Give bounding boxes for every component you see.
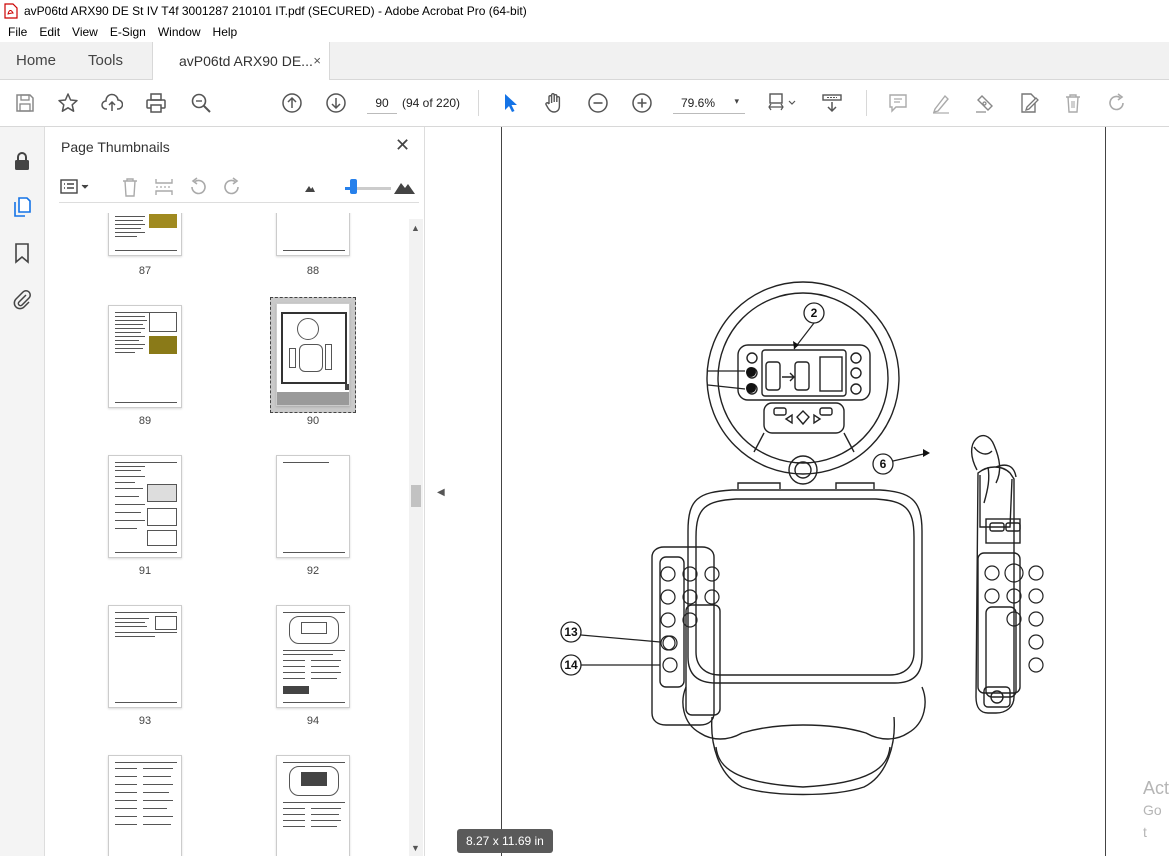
menu-help[interactable]: Help xyxy=(207,25,244,39)
menu-bar: File Edit View E-Sign Window Help xyxy=(0,22,1169,42)
callout-label: 14 xyxy=(564,658,578,672)
thumbnail-page[interactable] xyxy=(276,213,350,256)
thumbnail-page[interactable] xyxy=(276,755,350,856)
toolbar-divider xyxy=(478,90,479,116)
thumbnail-label: 90 xyxy=(306,415,320,427)
options-menu-icon[interactable] xyxy=(59,176,93,198)
menu-edit[interactable]: Edit xyxy=(33,25,66,39)
zoom-search-icon[interactable] xyxy=(189,91,213,115)
thumbnail-label: 92 xyxy=(306,565,320,577)
print-icon[interactable] xyxy=(144,91,168,115)
menu-file[interactable]: File xyxy=(2,25,33,39)
attachment-paperclip-icon[interactable] xyxy=(10,287,34,311)
thumbnail-label: 93 xyxy=(138,715,152,727)
panel-title: Page Thumbnails xyxy=(61,139,170,155)
tab-close-icon[interactable]: × xyxy=(313,42,321,80)
small-mountain-icon[interactable] xyxy=(299,176,321,198)
activation-watermark: Act Go t xyxy=(1143,777,1169,843)
lock-icon[interactable] xyxy=(10,149,34,173)
document-page: 2 6 13 14 xyxy=(501,127,1106,856)
save-icon[interactable] xyxy=(13,91,37,115)
thumbnail-label: 88 xyxy=(306,265,320,277)
thumbnail-page[interactable] xyxy=(108,755,182,856)
delete-trash-icon[interactable] xyxy=(1061,91,1085,115)
thumbnail-toolbar xyxy=(59,173,419,203)
panel-collapse-strip: ◀ xyxy=(425,127,453,856)
window-title: avP06td ARX90 DE St IV T4f 3001287 21010… xyxy=(24,4,527,18)
delete-page-icon[interactable] xyxy=(119,176,141,198)
page-fit-icon[interactable] xyxy=(766,91,800,115)
previous-page-icon[interactable] xyxy=(280,91,304,115)
scroll-up-icon[interactable]: ▲ xyxy=(411,223,420,233)
tab-bar: Home Tools avP06td ARX90 DE... × xyxy=(0,42,1169,81)
highlight-pen-icon[interactable] xyxy=(929,91,953,115)
thumbnail-page[interactable] xyxy=(276,455,350,558)
callout-label: 6 xyxy=(880,457,887,471)
chevron-down-icon: ▾ xyxy=(734,96,739,106)
thumbnail-label: 87 xyxy=(138,265,152,277)
callout-label: 13 xyxy=(564,625,578,639)
scroll-mode-icon[interactable] xyxy=(820,91,844,115)
star-bookmark-icon[interactable] xyxy=(56,91,80,115)
tab-document-label: avP06td ARX90 DE... xyxy=(179,53,313,69)
select-cursor-icon[interactable] xyxy=(498,91,522,115)
hand-pan-icon[interactable] xyxy=(542,91,566,115)
watermark-line: Act xyxy=(1143,778,1169,798)
page-thumbnails-icon[interactable] xyxy=(10,195,34,219)
page-count-label: (94 of 220) xyxy=(402,96,461,110)
thumbnail-label: 91 xyxy=(138,565,152,577)
comment-icon[interactable] xyxy=(886,91,910,115)
thumbnail-page-current[interactable] xyxy=(276,303,350,406)
thumbnail-page[interactable] xyxy=(108,213,182,256)
menu-view[interactable]: View xyxy=(66,25,104,39)
tab-document[interactable]: avP06td ARX90 DE... × xyxy=(152,42,330,81)
thumbnail-list: 87 88 89 90 91 92 93 94 xyxy=(45,213,409,856)
watermark-line: Go t xyxy=(1143,802,1162,840)
thumbnail-page[interactable] xyxy=(108,605,182,708)
page-number-input[interactable] xyxy=(367,92,397,114)
scroll-down-icon[interactable]: ▼ xyxy=(411,843,420,853)
tab-home[interactable]: Home xyxy=(16,42,56,80)
slider-handle[interactable] xyxy=(350,179,357,194)
callout-label: 2 xyxy=(811,306,818,320)
title-bar: avP06td ARX90 DE St IV T4f 3001287 21010… xyxy=(0,0,1169,22)
scrollbar-thumb[interactable] xyxy=(411,485,421,507)
thumbnail-page[interactable] xyxy=(108,455,182,558)
thumbnail-label: 89 xyxy=(138,415,152,427)
rotate-left-icon[interactable] xyxy=(187,176,209,198)
operator-cab-drawing: 2 6 13 14 xyxy=(560,281,1044,796)
extract-page-icon[interactable] xyxy=(153,176,175,198)
page-size-tooltip: 8.27 x 11.69 in xyxy=(457,829,553,853)
tab-tools[interactable]: Tools xyxy=(88,42,123,80)
collapse-panel-icon[interactable]: ◀ xyxy=(437,487,445,498)
redo-icon[interactable] xyxy=(1105,91,1129,115)
thumbnail-scrollbar[interactable]: ▲ ▼ xyxy=(409,219,423,856)
acrobat-pdf-icon xyxy=(4,3,18,19)
close-icon[interactable]: ✕ xyxy=(395,135,410,156)
page-thumbnails-panel: Page Thumbnails ✕ 87 88 89 90 91 92 93 9… xyxy=(45,127,425,856)
export-edit-icon[interactable] xyxy=(1017,91,1041,115)
zoom-dropdown[interactable]: 79.6% ▾ xyxy=(673,92,745,114)
rotate-right-icon[interactable] xyxy=(221,176,243,198)
zoom-value: 79.6% xyxy=(681,96,716,110)
document-viewer[interactable]: 2 6 13 14 8.27 x 11.69 in Act Go t xyxy=(453,127,1169,856)
bookmark-icon[interactable] xyxy=(10,241,34,265)
main-toolbar: (94 of 220) 79.6% ▾ xyxy=(0,80,1169,127)
sign-pen-icon[interactable] xyxy=(973,91,997,115)
next-page-icon[interactable] xyxy=(324,91,348,115)
thumbnail-page[interactable] xyxy=(108,305,182,408)
large-mountain-icon[interactable] xyxy=(393,176,415,198)
thumbnail-page[interactable] xyxy=(276,605,350,708)
zoom-out-icon[interactable] xyxy=(586,91,610,115)
toolbar-divider xyxy=(866,90,867,116)
thumbnail-label: 94 xyxy=(306,715,320,727)
menu-window[interactable]: Window xyxy=(152,25,207,39)
zoom-in-icon[interactable] xyxy=(630,91,654,115)
left-navigation-rail xyxy=(0,127,45,856)
cloud-upload-icon[interactable] xyxy=(100,91,124,115)
menu-esign[interactable]: E-Sign xyxy=(104,25,152,39)
